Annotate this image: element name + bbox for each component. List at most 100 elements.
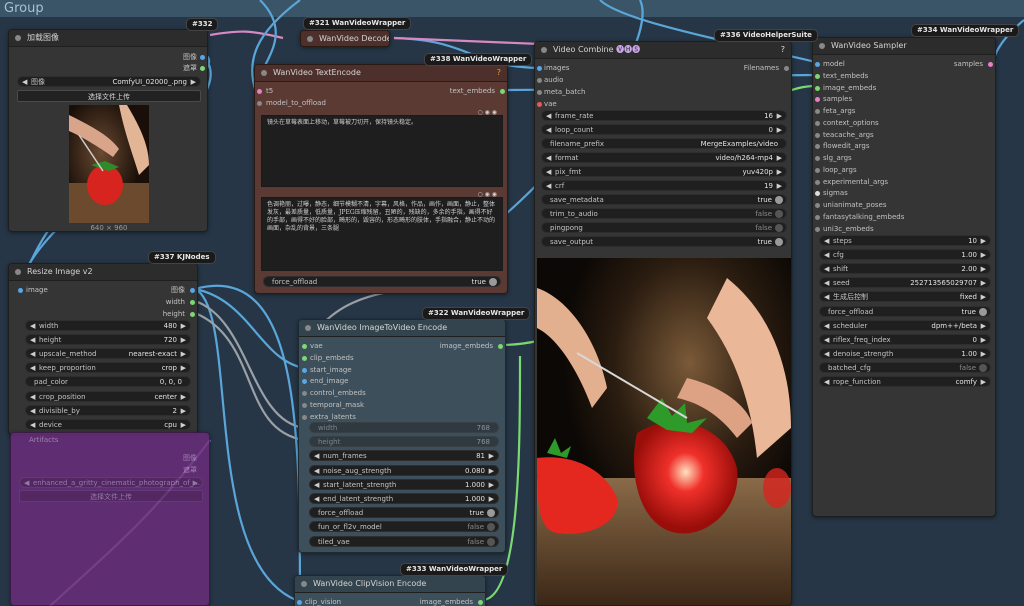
increment-arrow-icon[interactable]: ▶	[181, 406, 186, 415]
resize-image-node[interactable]: Resize Image v2 image 图像 width height ◀ w…	[8, 263, 198, 435]
batched-cfg-widget[interactable]: batched_cfg false	[819, 361, 991, 373]
save-output-widget[interactable]: save_output true	[541, 236, 787, 247]
increment-arrow-icon[interactable]: ▶	[981, 264, 986, 273]
positive-prompt-textarea[interactable]: 镜头在草莓表面上移动，草莓被刀切开，保持镜头稳定。	[261, 115, 503, 187]
format-widget[interactable]: ◀ format video/h264-mp4 ▶	[541, 152, 787, 163]
increment-arrow-icon[interactable]: ▶	[981, 335, 986, 344]
denoise-strength-widget[interactable]: ◀ denoise_strength 1.00 ▶	[819, 347, 991, 359]
start-latent-strength-widget[interactable]: ◀ start_latent_strength 1.000 ▶	[309, 478, 499, 490]
output-pin[interactable]	[478, 600, 483, 605]
decrement-arrow-icon[interactable]: ◀	[314, 451, 319, 460]
increment-arrow-icon[interactable]: ▶	[777, 153, 782, 162]
wanvideo-textencode-node[interactable]: WanVideo TextEncode ? t5 text_embeds mod…	[254, 64, 508, 294]
filename-prefix-widget[interactable]: filename_prefix MergeExamples/video	[541, 138, 787, 149]
increment-arrow-icon[interactable]: ▶	[181, 420, 186, 429]
increment-arrow-icon[interactable]: ▶	[489, 466, 494, 475]
increment-arrow-icon[interactable]: ▶	[981, 250, 986, 259]
output-pin[interactable]	[988, 62, 993, 67]
input-pin[interactable]	[257, 101, 262, 106]
upload-button[interactable]: 选择文件上传	[19, 490, 203, 502]
output-pin[interactable]	[498, 344, 503, 349]
prompt-combo[interactable]: ◀ enhanced_a_gritty_cinematic_photograph_…	[19, 477, 203, 488]
node-title[interactable]: Resize Image v2	[9, 264, 197, 281]
toggle-knob[interactable]	[487, 509, 495, 518]
save-metadata-widget[interactable]: save_metadata true	[541, 194, 787, 205]
pad-color-widget[interactable]: pad_color 0, 0, 0	[25, 376, 191, 388]
collapse-dot-icon[interactable]	[301, 581, 307, 587]
input-pin[interactable]	[302, 355, 307, 361]
seed-widget[interactable]: ◀ seed 252713565029707 ▶	[819, 277, 991, 289]
increment-arrow-icon[interactable]: ▶	[981, 292, 986, 301]
increment-arrow-icon[interactable]: ▶	[777, 111, 782, 120]
loop-count-widget[interactable]: ◀ loop_count 0 ▶	[541, 124, 787, 135]
input-pin[interactable]	[815, 97, 820, 103]
collapse-dot-icon[interactable]	[261, 70, 267, 76]
pingpong-widget[interactable]: pingpong false	[541, 222, 787, 233]
scheduler-widget[interactable]: ◀ scheduler dpm++/beta ▶	[819, 319, 991, 331]
increment-arrow-icon[interactable]: ▶	[181, 321, 186, 330]
increment-arrow-icon[interactable]: ▶	[181, 392, 186, 401]
video-preview[interactable]	[537, 258, 791, 605]
decrement-arrow-icon[interactable]: ◀	[546, 111, 551, 120]
shift-widget[interactable]: ◀ shift 2.00 ▶	[819, 263, 991, 275]
output-pin[interactable]	[190, 300, 195, 305]
device-widget[interactable]: ◀ device cpu ▶	[25, 418, 191, 430]
increment-arrow-icon[interactable]: ▶	[981, 278, 986, 287]
end-latent-strength-widget[interactable]: ◀ end_latent_strength 1.000 ▶	[309, 493, 499, 504]
steps-widget[interactable]: ◀ steps 10 ▶	[819, 235, 991, 246]
input-pin[interactable]	[815, 73, 820, 79]
input-pin[interactable]	[537, 78, 542, 83]
output-pin[interactable]	[200, 55, 205, 60]
upscale-method-widget[interactable]: ◀ upscale_method nearest-exact ▶	[25, 348, 191, 360]
decrement-arrow-icon[interactable]: ◀	[824, 278, 829, 287]
input-pin[interactable]	[302, 367, 307, 373]
toggle-knob[interactable]	[979, 363, 987, 372]
input-pin[interactable]	[302, 344, 307, 349]
collapse-dot-icon[interactable]	[307, 36, 313, 42]
trim-to-audio-widget[interactable]: trim_to_audio false	[541, 208, 787, 219]
keep-proportion-widget[interactable]: ◀ keep_proportion crop ▶	[25, 362, 191, 374]
decrement-arrow-icon[interactable]: ◀	[546, 181, 551, 190]
input-pin[interactable]	[815, 179, 820, 185]
decrement-arrow-icon[interactable]: ◀	[30, 321, 35, 330]
collapse-dot-icon[interactable]	[15, 35, 21, 41]
increment-arrow-icon[interactable]: ▶	[777, 125, 782, 134]
input-pin[interactable]	[815, 62, 820, 67]
decrement-arrow-icon[interactable]: ◀	[824, 236, 829, 245]
input-pin[interactable]	[815, 132, 820, 138]
increment-arrow-icon[interactable]: ▶	[981, 349, 986, 358]
decrement-arrow-icon[interactable]: ◀	[824, 292, 829, 301]
negative-prompt-textarea[interactable]: 色调艳丽，过曝，静态，细节模糊不清，字幕，风格，作品，画作，画面，静止，整体发灰…	[261, 197, 503, 271]
crop-position-widget[interactable]: ◀ crop_position center ▶	[25, 390, 191, 402]
rope-function-widget[interactable]: ◀ rope_function comfy ▶	[819, 376, 991, 387]
output-pin[interactable]	[500, 89, 505, 94]
increment-arrow-icon[interactable]: ▶	[181, 363, 186, 372]
output-pin[interactable]	[190, 312, 195, 317]
help-icon[interactable]: ?	[781, 42, 785, 58]
increment-arrow-icon[interactable]: ▶	[489, 480, 494, 489]
collapse-dot-icon[interactable]	[541, 47, 547, 53]
node-title[interactable]: WanVideo ClipVision Encode	[295, 576, 485, 593]
node-title[interactable]: WanVideo TextEncode ?	[255, 65, 507, 82]
force-offload-widget[interactable]: force_offload true	[819, 305, 991, 317]
toggle-knob[interactable]	[775, 224, 783, 232]
input-pin[interactable]	[815, 167, 820, 173]
toggle-knob[interactable]	[775, 238, 783, 246]
input-pin[interactable]	[815, 144, 820, 150]
cfg-widget[interactable]: ◀ cfg 1.00 ▶	[819, 249, 991, 261]
increment-arrow-icon[interactable]: ▶	[181, 335, 186, 344]
decrement-arrow-icon[interactable]: ◀	[30, 392, 35, 401]
input-pin[interactable]	[537, 102, 542, 107]
input-pin[interactable]	[815, 226, 820, 232]
collapse-dot-icon[interactable]	[15, 269, 21, 275]
input-pin[interactable]	[18, 288, 23, 293]
input-pin[interactable]	[537, 66, 542, 71]
num-frames-widget[interactable]: ◀ num_frames 81 ▶	[309, 450, 499, 462]
decrement-arrow-icon[interactable]: ◀	[824, 377, 829, 386]
image-select-widget[interactable]: ◀ 图像 ComfyUI_02000_.png ▶	[17, 76, 201, 87]
input-pin[interactable]	[302, 379, 307, 385]
increment-arrow-icon[interactable]: ▶	[981, 377, 986, 386]
node-title[interactable]: 加载图像	[9, 30, 207, 47]
increment-arrow-icon[interactable]: ▶	[181, 349, 186, 358]
decrement-arrow-icon[interactable]: ◀	[546, 125, 551, 134]
